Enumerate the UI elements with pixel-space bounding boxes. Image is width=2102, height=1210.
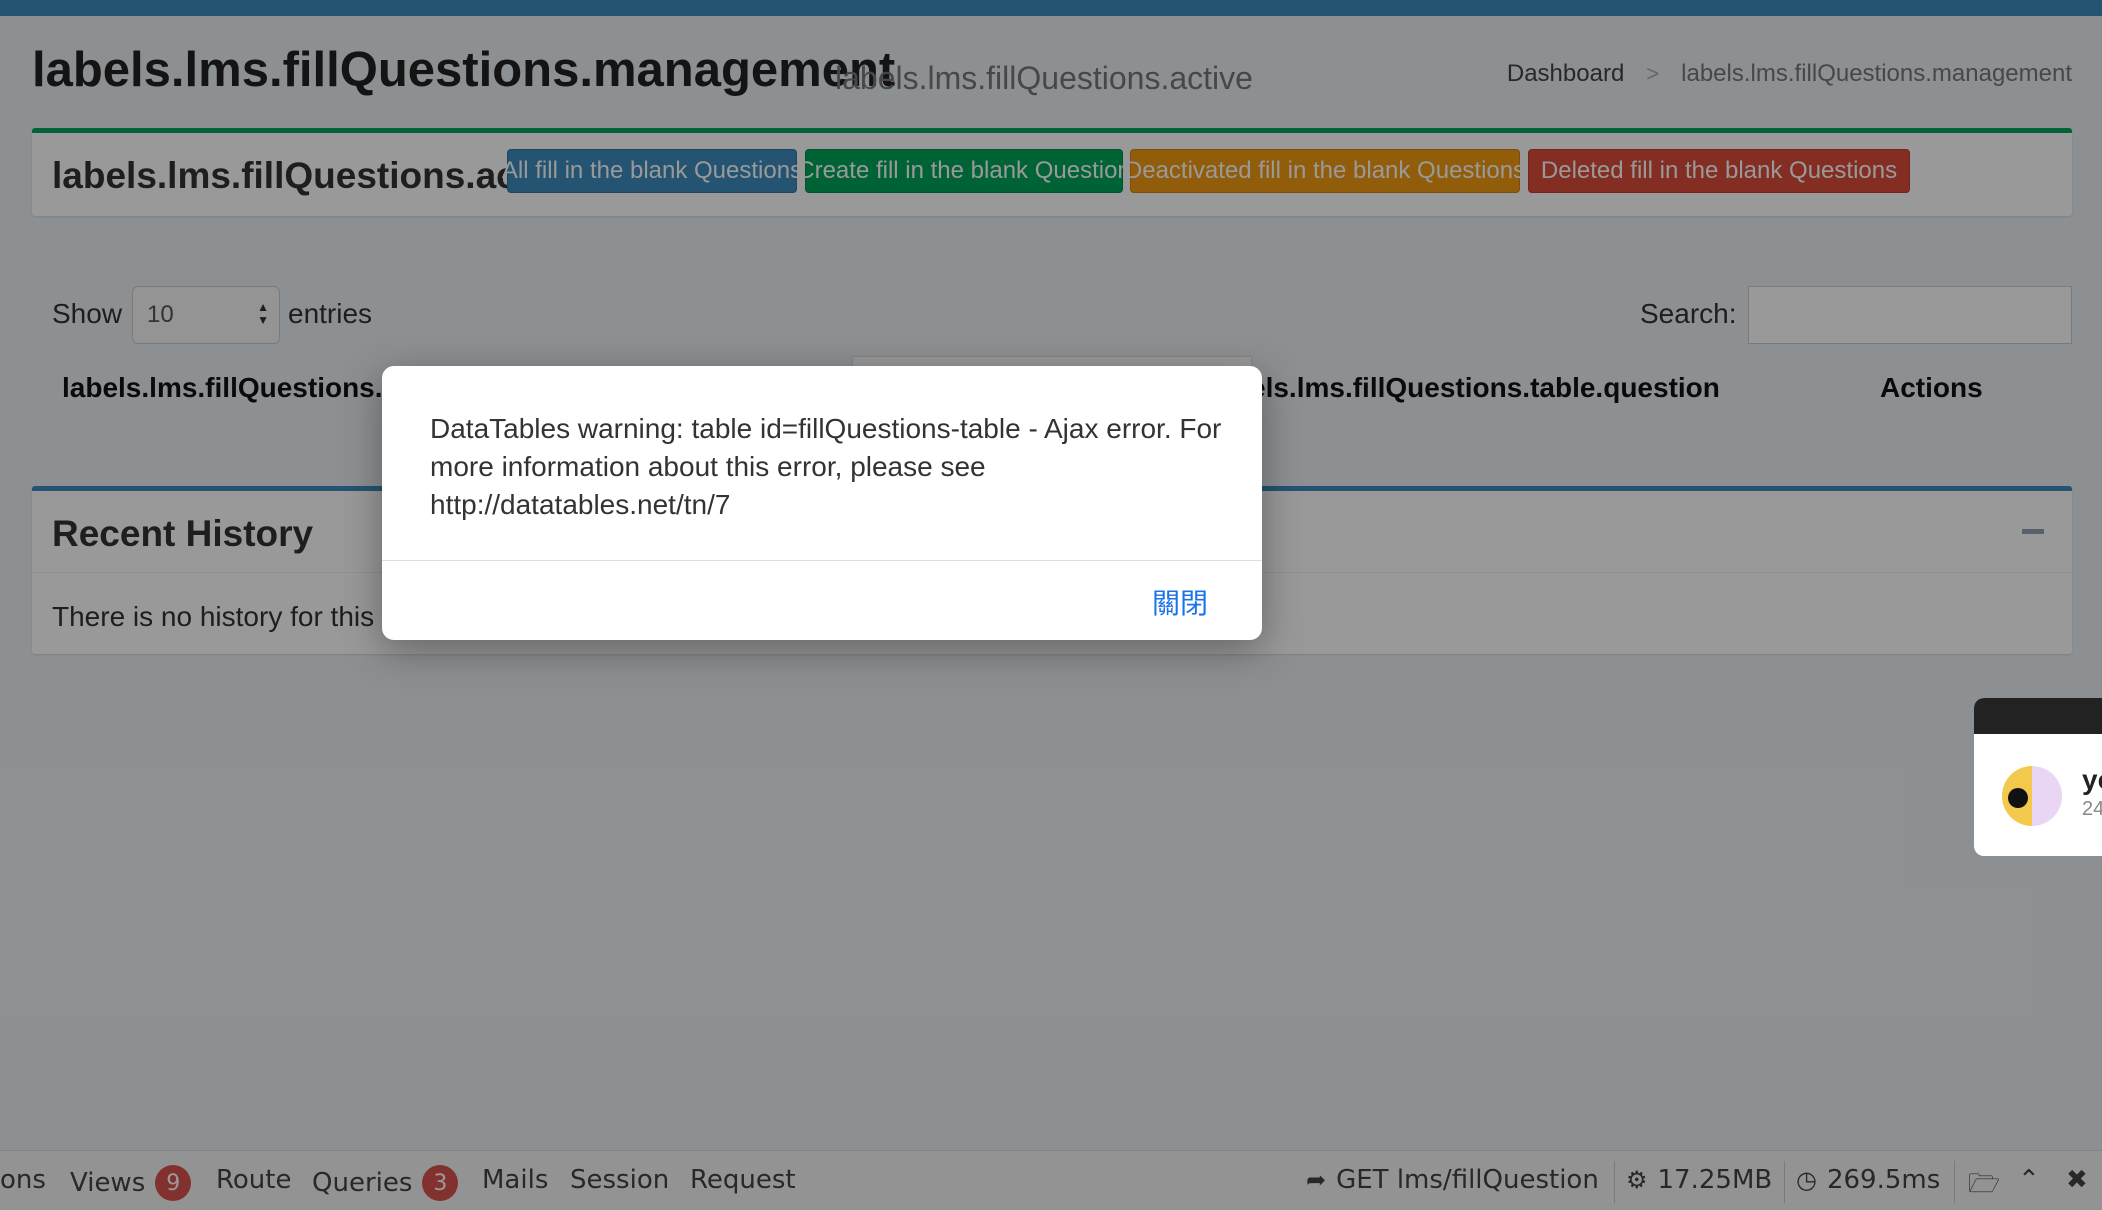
notification-name: yo xyxy=(2082,764,2102,795)
alert-dialog: DataTables warning: table id=fillQuestio… xyxy=(382,366,1262,640)
avatar xyxy=(2002,766,2062,826)
alert-message: DataTables warning: table id=fillQuestio… xyxy=(430,413,1222,520)
notification-header xyxy=(1974,698,2102,734)
notification-time: 24 xyxy=(2082,798,2102,820)
chat-notification[interactable]: yo 24 xyxy=(1974,698,2102,856)
close-dialog-button[interactable]: 關閉 xyxy=(1152,582,1208,622)
dialog-divider xyxy=(382,560,1262,561)
